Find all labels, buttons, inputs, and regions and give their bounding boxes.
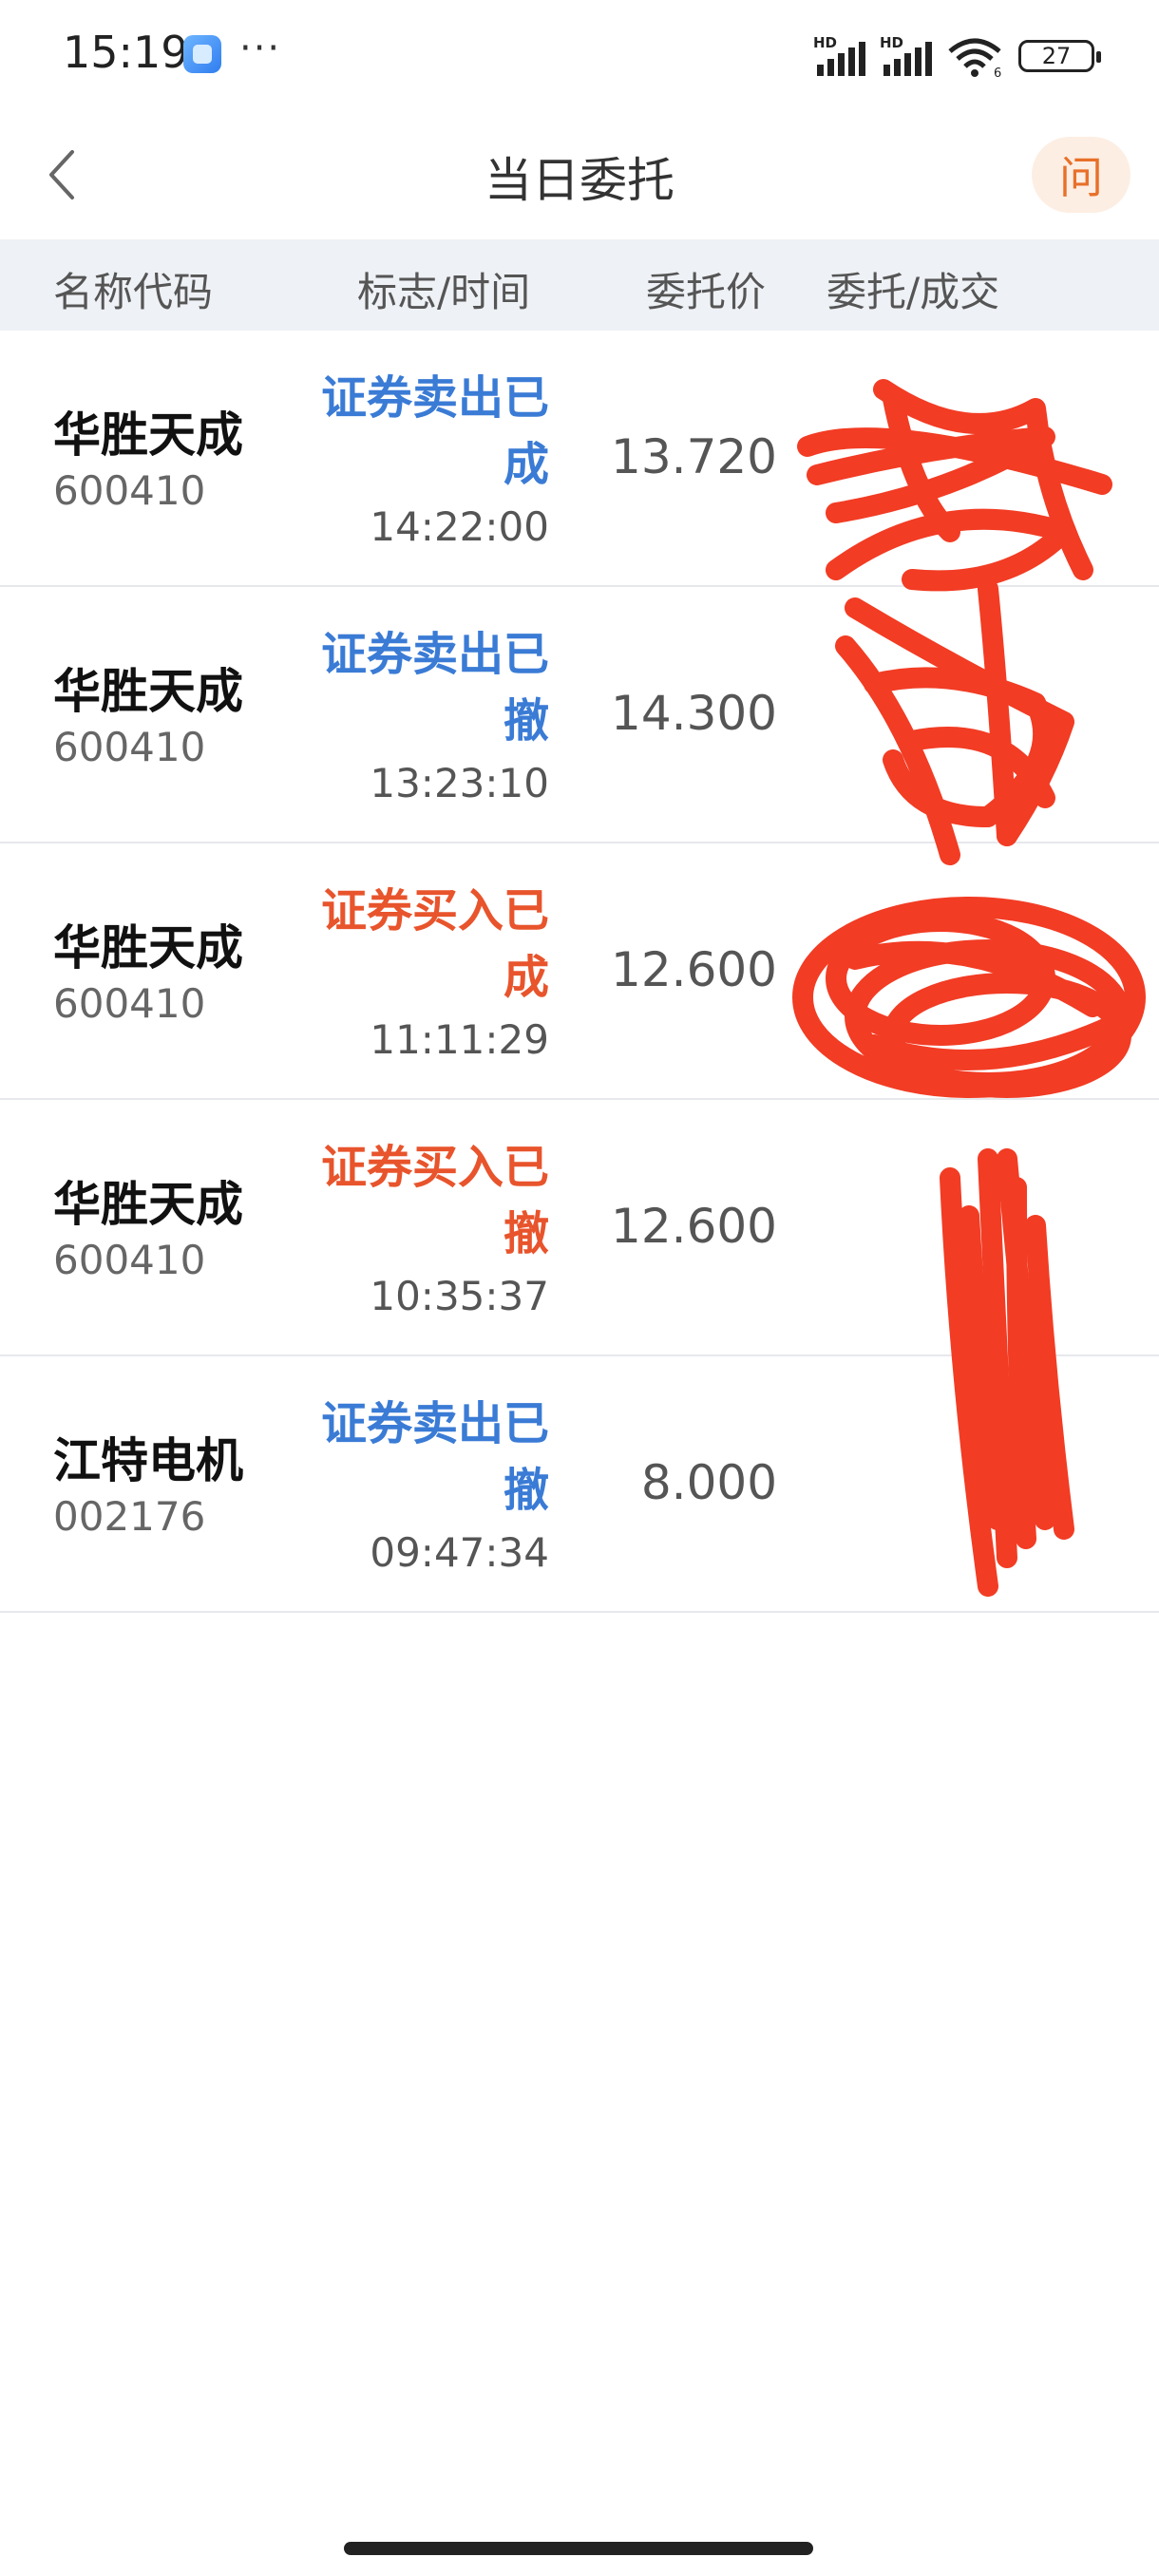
nav-header: 当日委托 问: [0, 114, 1159, 239]
order-time: 09:47:34: [370, 1529, 549, 1576]
column-header-order-deal: 委托/成交: [826, 269, 1000, 315]
order-time: 13:23:10: [370, 760, 549, 806]
table-row[interactable]: 华胜天成 600410 证券卖出已 撤 13:23:10 14.300: [0, 587, 1159, 843]
status-bar: 15:19 ··· HD HD 6 27: [0, 0, 1159, 114]
order-status-line2: 撤: [503, 1207, 549, 1260]
order-status-line1: 证券卖出已: [320, 628, 549, 681]
order-price: 14.300: [611, 686, 777, 741]
order-status-line1: 证券买入已: [320, 1141, 549, 1194]
help-button[interactable]: 问: [1032, 137, 1130, 213]
wifi-label: 6: [994, 66, 1001, 78]
table-row[interactable]: 华胜天成 600410 证券买入已 成 11:11:29 12.600: [0, 843, 1159, 1100]
order-status-line1: 证券卖出已: [320, 371, 549, 425]
stock-code: 600410: [53, 980, 206, 1027]
status-time: 15:19: [63, 27, 189, 78]
stock-name: 华胜天成: [53, 407, 243, 463]
order-status-line2: 成: [503, 951, 549, 1004]
order-status: 证券卖出已 成: [293, 365, 549, 498]
column-header-name-code: 名称代码: [53, 269, 214, 315]
table-header: 名称代码 标志/时间 委托价 委托/成交: [0, 239, 1159, 331]
stock-name: 华胜天成: [53, 920, 243, 975]
stock-name: 江特电机: [53, 1433, 243, 1488]
order-status-line2: 撤: [503, 694, 549, 748]
order-time: 11:11:29: [370, 1016, 549, 1063]
order-list: 华胜天成 600410 证券卖出已 成 14:22:00 13.720 华胜天成…: [0, 331, 1159, 1613]
order-time: 10:35:37: [370, 1273, 549, 1319]
app-notification-icon: [183, 35, 221, 73]
battery-level: 27: [1041, 43, 1072, 69]
table-row[interactable]: 江特电机 002176 证券卖出已 撤 09:47:34 8.000: [0, 1356, 1159, 1613]
stock-code: 600410: [53, 724, 206, 770]
page-title: 当日委托: [484, 153, 674, 208]
stock-code: 002176: [53, 1493, 206, 1540]
order-status: 证券卖出已 撤: [293, 621, 549, 754]
order-status: 证券买入已 撤: [293, 1134, 549, 1267]
table-row[interactable]: 华胜天成 600410 证券买入已 撤 10:35:37 12.600: [0, 1100, 1159, 1356]
order-status-line2: 成: [503, 438, 549, 491]
stock-code: 600410: [53, 1237, 206, 1283]
home-indicator[interactable]: [344, 2542, 813, 2555]
wifi-icon: 6: [948, 38, 1001, 78]
more-notifications-icon: ···: [239, 27, 282, 70]
column-header-order-price: 委托价: [646, 269, 767, 315]
order-status-line1: 证券买入已: [320, 884, 549, 938]
order-price: 12.600: [611, 942, 777, 997]
stock-name: 华胜天成: [53, 1177, 243, 1232]
signal-icon-sim1: HD: [813, 34, 870, 76]
order-price: 8.000: [640, 1455, 777, 1510]
stock-name: 华胜天成: [53, 664, 243, 719]
battery-icon: 27: [1018, 40, 1101, 72]
signal-icon-sim2: HD: [880, 34, 937, 76]
order-price: 13.720: [611, 429, 777, 484]
order-status-line2: 撤: [503, 1464, 549, 1517]
order-status: 证券卖出已 撤: [293, 1391, 549, 1524]
order-status: 证券买入已 成: [293, 878, 549, 1011]
stock-code: 600410: [53, 467, 206, 514]
order-time: 14:22:00: [370, 503, 549, 550]
order-price: 12.600: [611, 1199, 777, 1254]
column-header-flag-time: 标志/时间: [357, 269, 531, 315]
order-status-line1: 证券卖出已: [320, 1397, 549, 1450]
table-row[interactable]: 华胜天成 600410 证券卖出已 成 14:22:00 13.720: [0, 331, 1159, 587]
